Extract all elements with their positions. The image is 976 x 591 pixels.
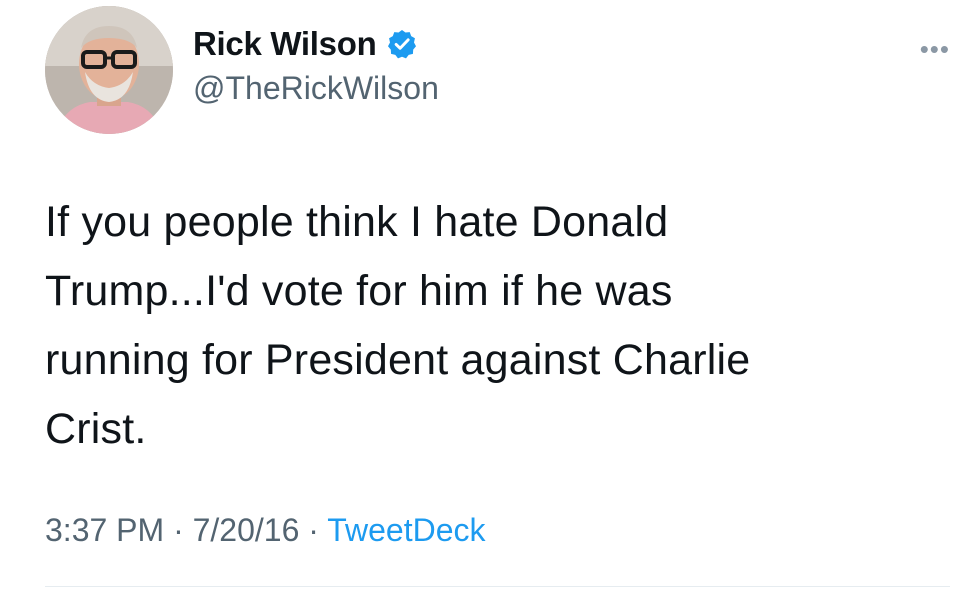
tweet-time[interactable]: 3:37 PM (45, 512, 164, 548)
tweet-date[interactable]: 7/20/16 (193, 512, 300, 548)
author-name-row: Rick Wilson (193, 22, 418, 66)
meta-separator: · (299, 512, 328, 548)
tweet-text-line: If you people think I hate Donald (45, 198, 669, 246)
tweet-text-line: Crist. (45, 405, 147, 453)
verified-badge-icon (386, 28, 418, 60)
divider (45, 586, 950, 587)
tweet-meta: 3:37 PM · 7/20/16 · TweetDeck (45, 512, 486, 549)
profile-photo-icon (45, 6, 173, 134)
more-options-icon[interactable]: ••• (920, 34, 950, 65)
tweet-text-line: Trump...I'd vote for him if he was (45, 267, 673, 315)
user-handle[interactable]: @TheRickWilson (193, 70, 439, 107)
tweet-card: Rick Wilson @TheRickWilson ••• If you pe… (0, 0, 976, 591)
display-name[interactable]: Rick Wilson (193, 25, 377, 63)
tweet-text-line: running for President against Charlie (45, 336, 751, 384)
tweet-source-link[interactable]: TweetDeck (327, 512, 485, 548)
avatar[interactable] (45, 6, 173, 134)
tweet-text: If you people think I hate Donald Trump.… (45, 188, 945, 464)
meta-separator: · (164, 512, 193, 548)
